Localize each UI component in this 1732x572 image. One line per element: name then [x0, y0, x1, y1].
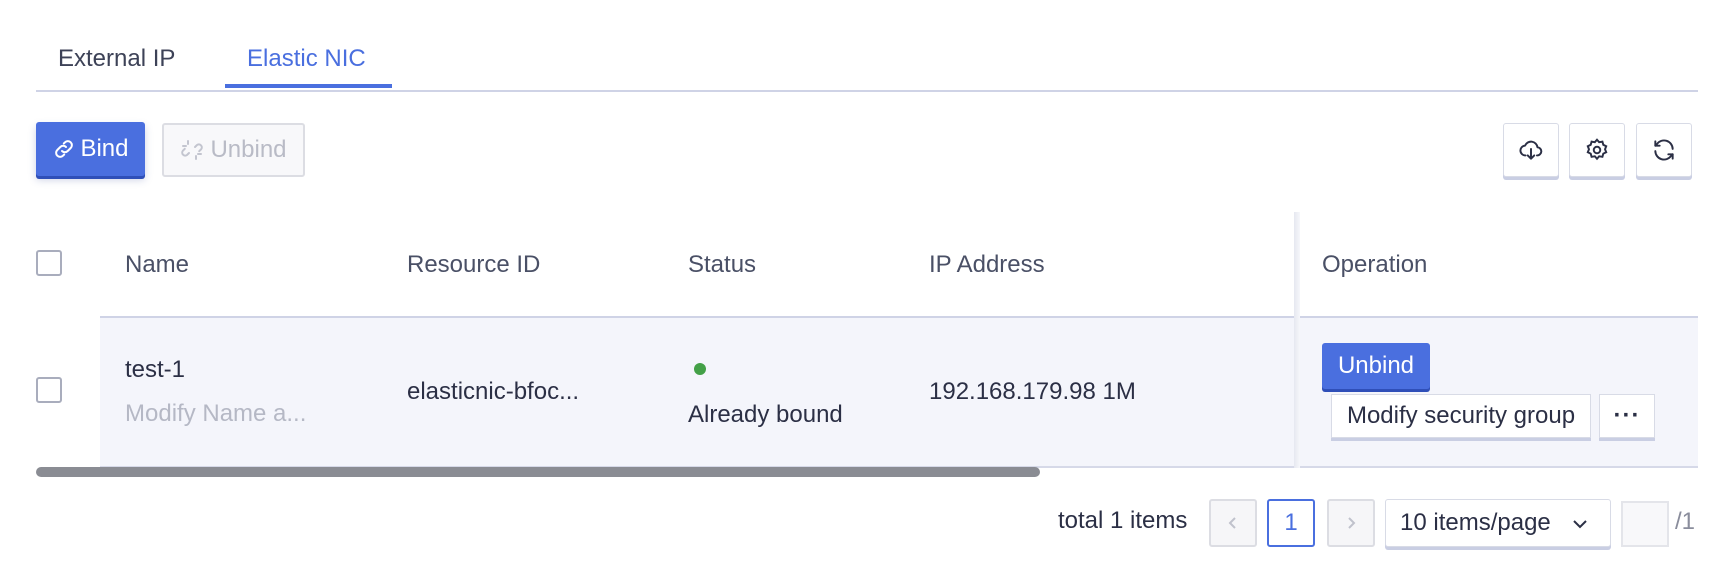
tab-bar: External IP Elastic NIC: [36, 0, 1698, 92]
row-resource-id: elasticnic-bfoc...: [407, 378, 580, 405]
row-status: Already bound: [688, 401, 843, 428]
page-size-select[interactable]: 10 items/page: [1385, 499, 1611, 547]
link-icon: [55, 140, 74, 158]
row-modify-name-link[interactable]: Modify Name a...: [125, 399, 306, 429]
operation-column-divider: [1294, 212, 1300, 468]
active-tab-indicator: [225, 84, 392, 88]
cloud-download-icon: [1519, 140, 1543, 160]
refresh-icon: [1654, 139, 1674, 161]
prev-page-button[interactable]: [1209, 499, 1257, 547]
settings-button[interactable]: [1569, 123, 1625, 177]
tab-elastic-nic[interactable]: Elastic NIC: [247, 44, 366, 74]
table-row: [100, 316, 1698, 468]
row-ip-address: 192.168.179.98 1M: [929, 378, 1136, 405]
header-name: Name: [125, 251, 190, 278]
header-resource-id: Resource ID: [407, 251, 541, 278]
horizontal-scrollbar[interactable]: [36, 467, 1040, 477]
current-page-button[interactable]: 1: [1267, 499, 1315, 547]
pagination-total: total 1 items: [1058, 507, 1188, 534]
select-all-checkbox[interactable]: [36, 250, 62, 276]
header-status: Status: [688, 251, 757, 278]
row-checkbox[interactable]: [36, 377, 62, 403]
chevron-right-icon: [1348, 517, 1356, 529]
download-button[interactable]: [1503, 123, 1559, 177]
unbind-button-label: Unbind: [210, 136, 287, 163]
chevron-down-icon: [1573, 520, 1587, 529]
bind-button-label: Bind: [80, 135, 129, 162]
bind-button[interactable]: Bind: [36, 122, 145, 176]
status-dot-icon: [694, 363, 706, 375]
chevron-left-icon: [1228, 517, 1236, 529]
row-name: test-1: [125, 356, 186, 383]
more-actions-button[interactable]: ···: [1599, 394, 1655, 438]
gear-icon: [1586, 138, 1608, 161]
refresh-button[interactable]: [1636, 123, 1692, 177]
unbind-button[interactable]: Unbind: [162, 123, 305, 177]
pagination-total-pages: /1: [1675, 508, 1696, 535]
row-unbind-button[interactable]: Unbind: [1322, 343, 1430, 389]
tab-external-ip[interactable]: External IP: [58, 44, 175, 74]
modify-security-group-button[interactable]: Modify security group: [1331, 394, 1591, 438]
elastic-nic-table: Name Resource ID Status IP Address Opera…: [36, 212, 1698, 468]
page-jump-input[interactable]: [1621, 501, 1669, 547]
header-operation: Operation: [1322, 251, 1428, 278]
header-ip-address: IP Address: [929, 251, 1045, 278]
next-page-button[interactable]: [1327, 499, 1375, 547]
unlink-icon: [181, 140, 204, 160]
page-size-value: 10 items/page: [1400, 509, 1551, 536]
